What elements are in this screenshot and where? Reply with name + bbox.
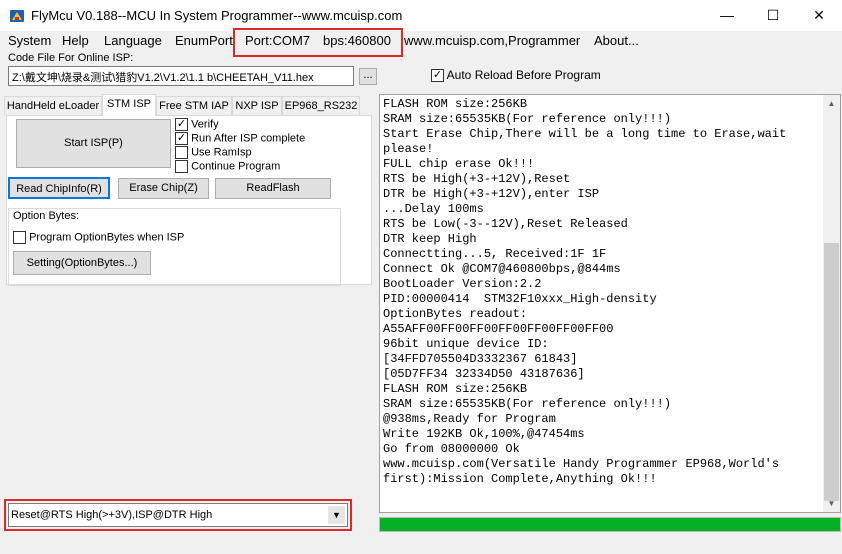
tab-free-stm-iap[interactable]: Free STM IAP — [156, 96, 232, 115]
chevron-down-icon[interactable]: ▼ — [328, 506, 345, 524]
menu-about[interactable]: About... — [594, 33, 639, 48]
log-text: FLASH ROM size:256KB SRAM size:65535KB(F… — [383, 97, 787, 486]
menu-website[interactable]: www.mcuisp.com,Programmer — [404, 33, 580, 48]
tab-ep968-rs232[interactable]: EP968_RS232 — [282, 96, 360, 115]
auto-reload-checkbox[interactable]: ✓ — [431, 69, 444, 83]
scroll-up-icon[interactable]: ▲ — [823, 95, 840, 112]
port-bps-highlight-box — [233, 28, 403, 57]
tab-stm-isp[interactable]: STM ISP — [102, 94, 156, 116]
log-output[interactable]: FLASH ROM size:256KB SRAM size:65535KB(F… — [379, 94, 841, 513]
scroll-thumb[interactable] — [824, 243, 839, 501]
verify-label: Verify — [191, 118, 219, 131]
setting-optionbytes-button[interactable]: Setting(OptionBytes...) — [13, 251, 151, 275]
progress-bar — [379, 517, 841, 532]
menu-bar: System Help Language EnumPort Port:COM7 … — [0, 31, 842, 52]
verify-checkbox[interactable]: ✓ — [175, 118, 188, 131]
option-bytes-title: Option Bytes: — [13, 210, 80, 222]
start-isp-button[interactable]: Start ISP(P) — [16, 119, 171, 168]
reset-mode-value: Reset@RTS High(>+3V),ISP@DTR High — [11, 509, 213, 521]
program-optionbytes-label: Program OptionBytes when ISP — [29, 231, 185, 244]
menu-system[interactable]: System — [8, 33, 51, 48]
program-optionbytes-checkbox[interactable] — [13, 231, 26, 244]
code-file-label: Code File For Online ISP: — [8, 52, 134, 64]
menu-language[interactable]: Language — [104, 33, 162, 48]
run-after-isp-label: Run After ISP complete — [191, 132, 306, 145]
title-bar: FlyMcu V0.188--MCU In System Programmer-… — [0, 0, 842, 31]
maximize-button[interactable]: ☐ — [750, 0, 796, 31]
tab-handheld-eloader[interactable]: HandHeld eLoader — [4, 96, 102, 115]
run-after-isp-option[interactable]: ✓ Run After ISP complete — [175, 132, 305, 145]
scroll-down-icon[interactable]: ▼ — [823, 495, 840, 512]
menu-help[interactable]: Help — [62, 33, 89, 48]
close-button[interactable]: ✕ — [796, 0, 842, 31]
auto-reload-label: Auto Reload Before Program — [446, 68, 601, 82]
progress-fill — [380, 518, 840, 531]
program-optionbytes-option[interactable]: Program OptionBytes when ISP — [13, 231, 184, 244]
use-ramisp-option[interactable]: Use RamIsp — [175, 146, 252, 159]
flymcu-app-icon — [9, 8, 25, 24]
continue-program-option[interactable]: Continue Program — [175, 160, 280, 173]
run-after-isp-checkbox[interactable]: ✓ — [175, 132, 188, 145]
log-scrollbar[interactable]: ▲ ▼ — [823, 95, 840, 512]
erase-chip-button[interactable]: Erase Chip(Z) — [118, 178, 209, 199]
tab-nxp-isp[interactable]: NXP ISP — [232, 96, 282, 115]
reset-mode-select[interactable]: Reset@RTS High(>+3V),ISP@DTR High ▼ — [8, 503, 348, 527]
menu-enumport[interactable]: EnumPort — [175, 33, 233, 48]
read-chipinfo-button[interactable]: Read ChipInfo(R) — [8, 177, 110, 199]
use-ramisp-label: Use RamIsp — [191, 146, 252, 159]
verify-option[interactable]: ✓ Verify — [175, 118, 219, 131]
code-file-path-input[interactable]: Z:\戴文坤\烧录&测试\猎豹V1.2\V1.2\1.1 b\CHEETAH_V… — [8, 66, 354, 86]
continue-program-checkbox[interactable] — [175, 160, 188, 173]
minimize-button[interactable]: — — [704, 0, 750, 31]
continue-program-label: Continue Program — [191, 160, 281, 173]
read-flash-button[interactable]: ReadFlash — [215, 178, 331, 199]
auto-reload-option[interactable]: ✓ Auto Reload Before Program — [431, 68, 601, 83]
window-title: FlyMcu V0.188--MCU In System Programmer-… — [31, 8, 403, 23]
use-ramisp-checkbox[interactable] — [175, 146, 188, 159]
browse-button[interactable]: ... — [359, 68, 377, 85]
